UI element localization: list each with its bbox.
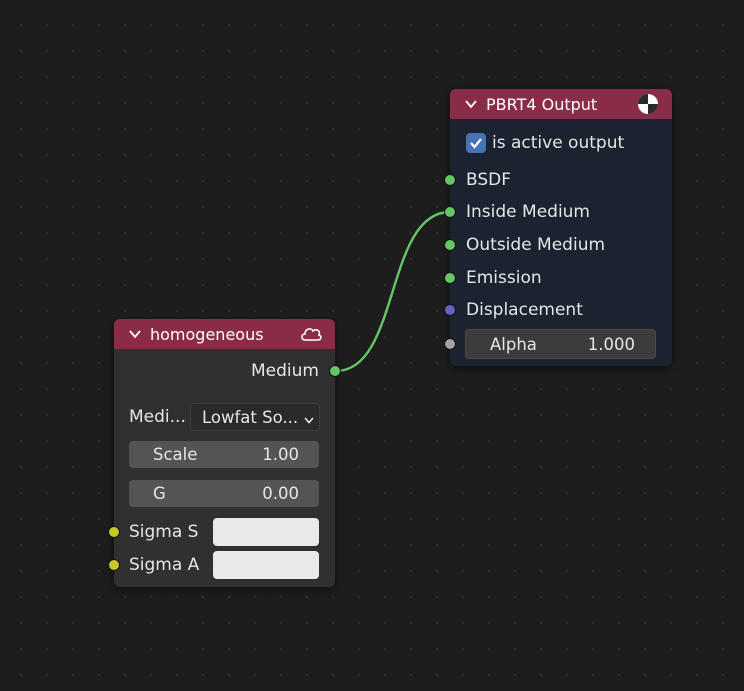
sigma-s-label: Sigma S [129,522,199,542]
socket-outside-medium[interactable] [444,239,456,251]
link-curve [335,210,451,373]
medium-value: Lowfat So... [202,407,299,427]
material-sphere-icon [636,92,660,116]
socket-sigma-s[interactable] [108,526,120,538]
sigma-s-color-field[interactable] [213,518,319,546]
input-displacement: Displacement [466,298,583,322]
active-output-label: is active output [492,133,625,153]
socket-bsdf[interactable] [444,174,456,186]
socket-medium-output[interactable] [329,365,341,377]
alpha-value: 1.000 [587,334,635,354]
output-label: Medium [251,361,319,381]
socket-emission[interactable] [444,272,456,284]
g-field[interactable]: G 0.00 [129,480,319,507]
node-header[interactable]: homogeneous [114,319,335,349]
active-output-row[interactable]: is active output [466,131,624,155]
alpha-label: Alpha [490,334,537,354]
input-sigma-s: Sigma S [129,520,198,544]
sigma-a-color-field[interactable] [213,551,319,579]
medium-row: Medi... [129,405,186,429]
input-label: BSDF [466,170,512,190]
node-title: PBRT4 Output [486,94,598,114]
input-label: Inside Medium [466,202,590,222]
input-emission: Emission [466,266,542,290]
alpha-field[interactable]: Alpha 1.000 [465,329,656,359]
input-sigma-a: Sigma A [129,553,199,577]
input-bsdf: BSDF [466,168,511,192]
volume-cloud-icon [299,322,323,346]
medium-dropdown[interactable]: Lowfat So... [190,403,320,431]
socket-alpha[interactable] [444,338,456,350]
scale-value: 1.00 [262,445,299,464]
input-label: Displacement [466,300,583,320]
socket-sigma-a[interactable] [108,559,120,571]
chevron-down-icon[interactable] [464,97,478,111]
input-inside-medium: Inside Medium [466,200,590,224]
input-label: Outside Medium [466,235,606,255]
g-value: 0.00 [262,484,299,503]
input-label: Emission [466,268,542,288]
active-output-checkbox[interactable] [466,133,486,153]
scale-field[interactable]: Scale 1.00 [129,441,319,468]
output-medium: Medium [251,359,319,383]
scale-label: Scale [153,445,198,464]
node-header[interactable]: PBRT4 Output [450,89,672,119]
medium-label: Medi... [129,407,186,427]
input-outside-medium: Outside Medium [466,233,605,257]
node-title: homogeneous [150,324,264,344]
check-icon [470,138,482,149]
chevron-down-icon[interactable] [128,327,142,341]
chevron-down-icon [303,411,315,424]
socket-inside-medium[interactable] [444,206,456,218]
homogeneous-node[interactable]: homogeneous Medium Medi... Lowfat So... … [108,319,341,587]
pbrt4-output-node[interactable]: PBRT4 Output is active output BSDF Insid… [444,89,672,366]
sigma-a-label: Sigma A [129,555,200,575]
g-label: G [153,484,166,503]
socket-displacement[interactable] [444,304,456,316]
